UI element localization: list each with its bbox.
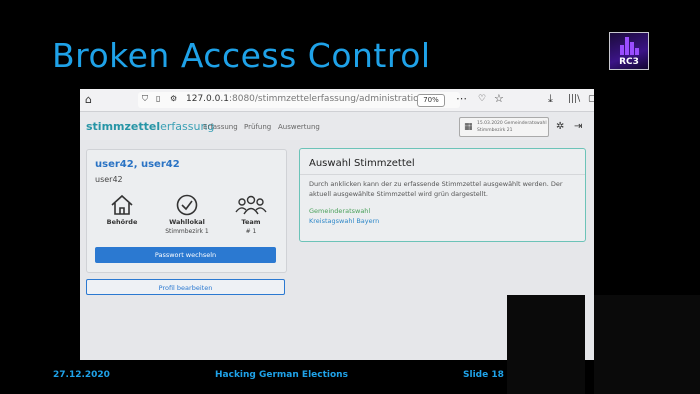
download-icon[interactable]: ⤓ [548,92,553,106]
nav-auswertung[interactable]: Auswertung [278,123,320,131]
ballot-option-kreistagswahl[interactable]: Kreistagswahl Bayern [309,217,379,225]
election-line2: Stimmbezirk 21 [477,128,513,133]
election-selector[interactable]: ▦ 15.03.2020 Gemeinderatswahl Stimmbezir… [459,117,549,137]
stat-label: Team [241,218,261,226]
stat-behoerde: Behörde [92,194,152,228]
building-icon [111,194,133,215]
ballot-selection-card: Auswahl Stimmzettel Durch anklicken kann… [299,148,586,242]
settings-icon[interactable]: ✲ [556,121,564,132]
permissions-icon[interactable]: ⚙ [170,94,177,103]
sidebar-icon[interactable]: ▢ [588,94,594,104]
pocket-icon[interactable]: ♡ [478,94,486,104]
toolbar: ⌂ ⛉ ▯ ⚙ 127.0.0.1:8080/stimmzettelerfass… [80,89,594,112]
change-password-button[interactable]: Passwort wechseln [95,247,276,263]
library-icon[interactable]: |||\ [568,94,580,104]
shield-icon[interactable]: ⛉ [142,94,148,104]
more-icon[interactable]: ⋯ [456,92,467,105]
nav-erfassung[interactable]: Erfassung [203,123,238,131]
ballot-card-description: Durch anklicken kann der zu erfassende S… [309,180,563,198]
brand-left: stimmzettel [86,120,161,133]
footer-talk-title: Hacking German Elections [215,370,348,380]
calendar-icon: ▦ [464,122,473,132]
user-display-name: user42, user42 [95,159,180,170]
speaker-video-1 [507,295,585,394]
stat-label: Behörde [106,218,138,226]
bookmark-star-icon[interactable]: ☆ [494,92,504,105]
home-icon[interactable]: ⌂ [85,93,92,106]
logo-text: RC3 [619,57,639,67]
stat-value: # 1 [245,228,257,235]
stat-team: Team # 1 [221,194,281,235]
zoom-level[interactable]: 70% [417,94,445,107]
slide-title: Broken Access Control [52,36,431,75]
ballot-option-gemeinderatswahl[interactable]: Gemeinderatswahl [309,207,370,215]
footer-slide-number: Slide 18 [463,370,504,380]
footer-date: 27.12.2020 [53,370,110,380]
app-navbar: stimmzettelerfassung Erfassung Prüfung A… [80,112,594,140]
stat-label: Wahllokal [169,218,205,226]
rc3-logo: RC3 [609,32,649,70]
nav-pruefung[interactable]: Prüfung [244,123,271,131]
logout-icon[interactable]: ⇥ [574,121,582,132]
page-icon[interactable]: ▯ [156,94,160,103]
ballot-card-title: Auswahl Stimmzettel [309,158,415,169]
stat-value: Stimmbezirk 1 [165,228,209,235]
divider [300,174,585,175]
check-circle-icon [176,194,198,216]
election-line1: 15.03.2020 Gemeinderatswahl [477,121,547,126]
group-icon [235,195,267,215]
speaker-video-2 [594,295,700,394]
app-brand[interactable]: stimmzettelerfassung [86,120,214,133]
url-path: :8080/stimmzettelerfassung/administratio… [228,94,425,104]
edit-profile-button[interactable]: Profil bearbeiten [86,279,285,295]
stat-wahllokal: Wahllokal Stimmbezirk 1 [157,194,217,235]
url-text[interactable]: 127.0.0.1:8080/stimmzettelerfassung/admi… [186,94,424,104]
user-username: user42 [95,175,123,184]
url-host: 127.0.0.1 [186,94,229,104]
user-card: user42, user42 user42 Behörde Wahllokal … [86,149,287,273]
